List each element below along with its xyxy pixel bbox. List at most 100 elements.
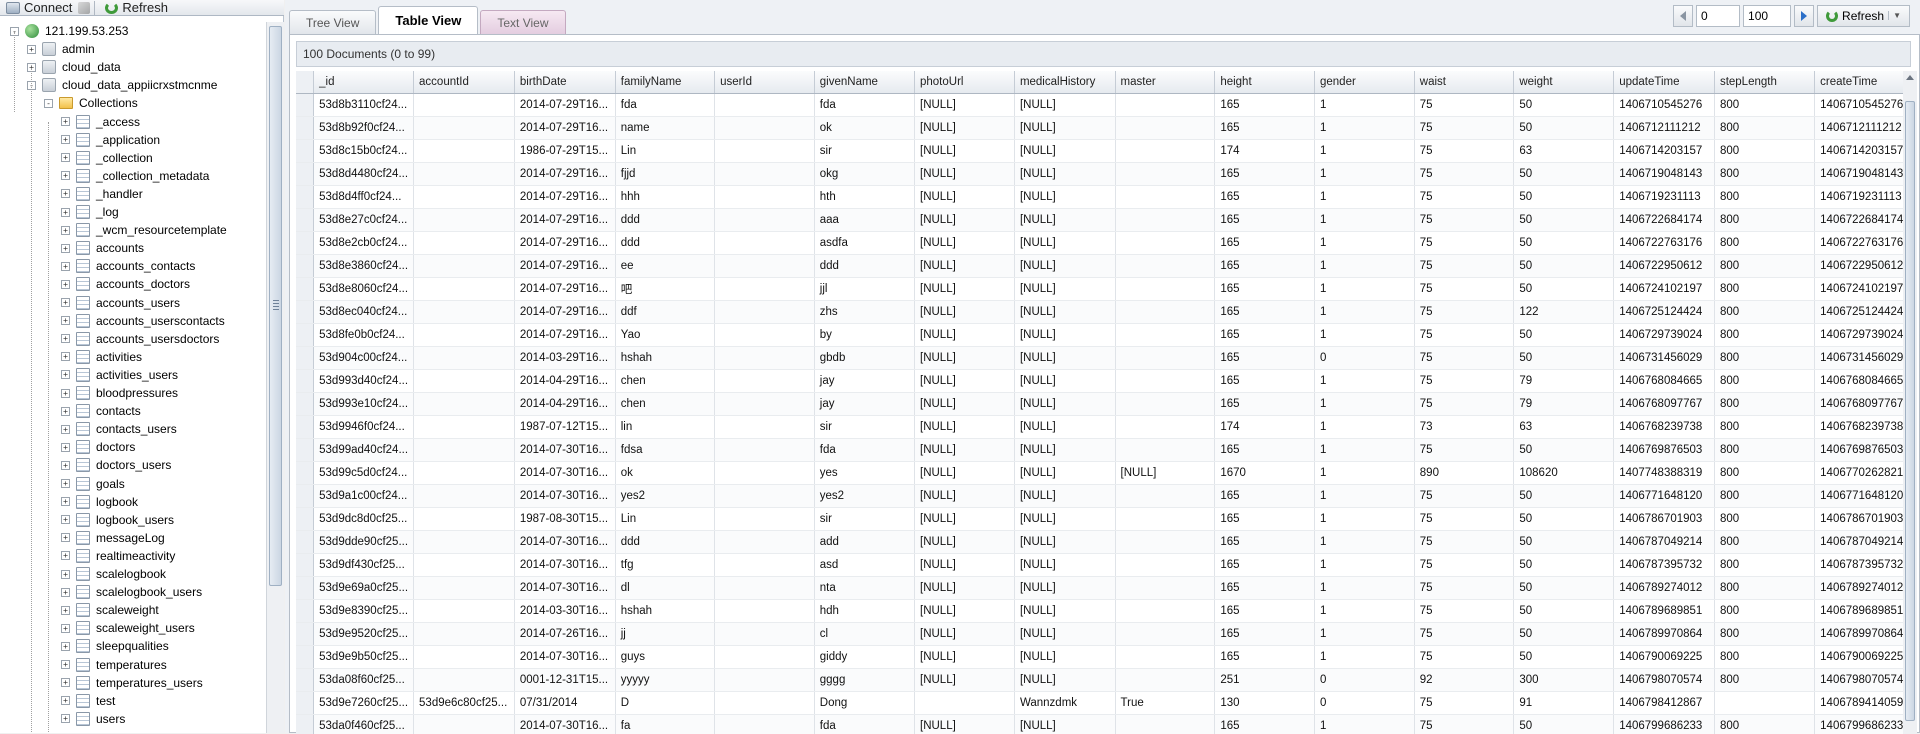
cell-weight[interactable]: 50 (1513, 714, 1615, 734)
cell-height[interactable]: 165 (1214, 323, 1315, 347)
table-row[interactable]: 53d8fe0b0cf24... 2014-07-29T16... Yao by [NU… (296, 323, 1916, 347)
tree-node-database[interactable]: + admin (27, 40, 95, 58)
cell-createTime[interactable]: 1406798070574 (1814, 668, 1916, 692)
cell-waist[interactable]: 75 (1414, 369, 1515, 393)
table-row[interactable]: 53d993e10cf24... 2014-04-29T16... chen jay[… (296, 392, 1916, 416)
cell-id[interactable]: 53d9dc8d0cf25... (313, 507, 415, 531)
cell-userId[interactable] (714, 208, 815, 232)
cell-updateTime[interactable]: 1406790069225 (1613, 645, 1715, 669)
cell-familyName[interactable]: fda (615, 93, 716, 117)
cell-id[interactable]: 53d8e27c0cf24... (313, 208, 415, 232)
expand-icon[interactable]: + (61, 243, 70, 253)
cell-userId[interactable] (714, 507, 815, 531)
cell-id[interactable]: 53d8fe0b0cf24... (313, 323, 415, 347)
cell-familyName[interactable]: dl (615, 576, 716, 600)
cell-userId[interactable] (714, 139, 815, 163)
table-row[interactable]: 53d9dc8d0cf25... 1987-08-30T15... Lin sir [N… (296, 507, 1916, 531)
cell-stepLength[interactable]: 800 (1714, 277, 1816, 301)
cell-givenName[interactable]: okg (814, 162, 916, 186)
cell-givenName[interactable]: jjl (814, 277, 916, 301)
cell-photoUrl[interactable]: [NULL] (914, 93, 1015, 117)
row-selector[interactable] (296, 484, 315, 508)
cell-master[interactable] (1115, 369, 1216, 393)
tree-node-collection[interactable]: + _handler (61, 185, 143, 203)
cell-familyName[interactable]: Lin (615, 507, 716, 531)
cell-accountId[interactable] (413, 346, 515, 370)
cell-master[interactable] (1115, 277, 1216, 301)
cell-gender[interactable]: 1 (1314, 93, 1415, 117)
cell-birthDate[interactable]: 2014-03-30T16... (514, 599, 616, 623)
cell-accountId[interactable] (413, 484, 515, 508)
cell-givenName[interactable]: ddd (814, 254, 916, 278)
cell-stepLength[interactable]: 800 (1714, 254, 1816, 278)
cell-id[interactable]: 53d9df430cf25... (313, 553, 415, 577)
cell-birthDate[interactable]: 2014-07-29T16... (514, 116, 616, 140)
expand-icon[interactable]: + (61, 569, 70, 579)
cell-stepLength[interactable]: 800 (1714, 415, 1816, 439)
cell-givenName[interactable]: hth (814, 185, 916, 209)
cell-master[interactable] (1115, 300, 1216, 324)
cell-createTime[interactable]: 1406710545276 (1814, 93, 1916, 117)
expand-icon[interactable]: + (61, 207, 70, 217)
cell-medicalHistory[interactable]: [NULL] (1014, 553, 1116, 577)
cell-updateTime[interactable]: 1406786701903 (1613, 507, 1715, 531)
cell-updateTime[interactable]: 1406798070574 (1613, 668, 1715, 692)
cell-photoUrl[interactable]: [NULL] (914, 668, 1015, 692)
cell-weight[interactable]: 300 (1513, 668, 1615, 692)
cell-gender[interactable]: 1 (1314, 139, 1415, 163)
cell-waist[interactable]: 75 (1414, 277, 1515, 301)
cell-master[interactable] (1115, 622, 1216, 646)
cell-gender[interactable]: 1 (1314, 323, 1415, 347)
tree-node-collection[interactable]: + scalelogbook_users (61, 583, 202, 601)
table-row[interactable]: 53d9e9520cf25... 2014-07-26T16... jj cl [NUL… (296, 622, 1916, 646)
cell-accountId[interactable] (413, 507, 515, 531)
cell-medicalHistory[interactable]: [NULL] (1014, 277, 1116, 301)
cell-birthDate[interactable]: 1986-07-29T15... (514, 139, 616, 163)
cell-medicalHistory[interactable]: [NULL] (1014, 484, 1116, 508)
cell-id[interactable]: 53d99ad40cf24... (313, 438, 415, 462)
column-header-photoUrl[interactable]: photoUrl (914, 71, 1015, 94)
cell-familyName[interactable]: hshah (615, 599, 716, 623)
cell-accountId[interactable] (413, 553, 515, 577)
tree-node-collection[interactable]: + doctors (61, 438, 135, 456)
cell-weight[interactable]: 79 (1513, 369, 1615, 393)
cell-id[interactable]: 53d8b92f0cf24... (313, 116, 415, 140)
cell-accountId[interactable] (413, 208, 515, 232)
cell-updateTime[interactable]: 1406719048143 (1613, 162, 1715, 186)
cell-familyName[interactable]: name (615, 116, 716, 140)
cell-userId[interactable] (714, 277, 815, 301)
cell-givenName[interactable]: cl (814, 622, 916, 646)
cell-createTime[interactable]: 1406722684174 (1814, 208, 1916, 232)
cell-familyName[interactable]: jj (615, 622, 716, 646)
row-selector[interactable] (296, 254, 315, 278)
table-row[interactable]: 53d8b3110cf24... 2014-07-29T16... fda fda [N… (296, 93, 1916, 117)
expand-icon[interactable]: + (61, 370, 70, 380)
cell-gender[interactable]: 1 (1314, 369, 1415, 393)
cell-createTime[interactable]: 1406712111212 (1814, 116, 1916, 140)
cell-userId[interactable] (714, 185, 815, 209)
cell-stepLength[interactable]: 800 (1714, 116, 1816, 140)
cell-weight[interactable]: 50 (1513, 530, 1615, 554)
cell-givenName[interactable]: add (814, 530, 916, 554)
next-page-button[interactable] (1794, 4, 1815, 27)
cell-photoUrl[interactable]: [NULL] (914, 530, 1015, 554)
cell-photoUrl[interactable]: [NULL] (914, 484, 1015, 508)
cell-accountId[interactable] (413, 185, 515, 209)
cell-photoUrl[interactable]: [NULL] (914, 392, 1015, 416)
cell-height[interactable]: 165 (1214, 369, 1315, 393)
row-selector[interactable] (296, 691, 315, 715)
cell-waist[interactable]: 75 (1414, 553, 1515, 577)
cell-weight[interactable]: 79 (1513, 392, 1615, 416)
expand-icon[interactable]: + (61, 424, 70, 434)
cell-master[interactable] (1115, 185, 1216, 209)
cell-master[interactable] (1115, 507, 1216, 531)
cell-accountId[interactable] (413, 461, 515, 485)
cell-medicalHistory[interactable]: [NULL] (1014, 185, 1116, 209)
cell-height[interactable]: 1670 (1214, 461, 1315, 485)
tree-node-server[interactable]: -121.199.53.253 (10, 22, 128, 40)
cell-givenName[interactable]: gggg (814, 668, 916, 692)
cell-accountId[interactable] (413, 300, 515, 324)
cell-waist[interactable]: 75 (1414, 208, 1515, 232)
cell-height[interactable]: 174 (1214, 139, 1315, 163)
cell-birthDate[interactable]: 2014-07-30T16... (514, 714, 616, 734)
